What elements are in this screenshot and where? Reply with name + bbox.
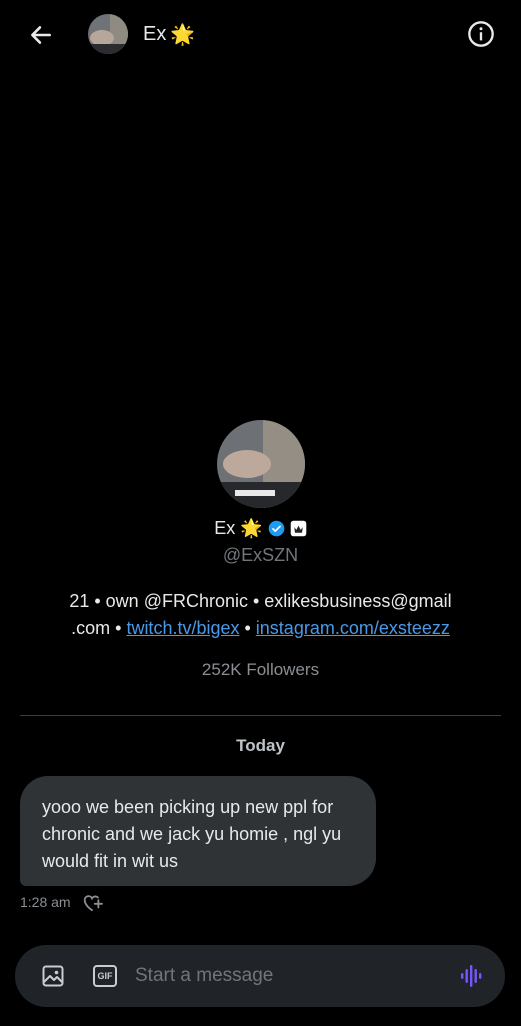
info-button[interactable] <box>467 20 495 48</box>
message-input[interactable] <box>135 957 445 995</box>
media-button[interactable] <box>41 964 65 988</box>
conversation-title[interactable]: Ex 🌟 <box>143 22 195 47</box>
avatar[interactable] <box>88 14 128 54</box>
bio-text-continued: .com • <box>71 618 127 638</box>
bio-separator: • <box>239 618 256 638</box>
affiliate-badge-icon <box>290 520 307 537</box>
profile-bio: 21 • own @FRChronic • exlikesbusiness@gm… <box>41 588 481 642</box>
top-bar: Ex 🌟 <box>0 0 521 70</box>
header-name: Ex <box>143 23 167 45</box>
message-composer: GIF <box>15 945 505 1007</box>
verified-badge-icon <box>268 520 285 537</box>
bio-text: 21 • own @FRChronic • exlikesbusiness@gm… <box>69 591 452 611</box>
arrow-left-icon <box>31 26 51 44</box>
message-timestamp: 1:28 am <box>20 894 71 910</box>
info-icon <box>468 21 494 47</box>
gif-button[interactable]: GIF <box>93 965 117 987</box>
back-button[interactable] <box>26 20 56 50</box>
voice-message-button[interactable] <box>459 963 485 989</box>
followers-count[interactable]: 252K Followers <box>0 660 521 680</box>
message-bubble[interactable]: yooo we been picking up new ppl for chro… <box>20 776 376 886</box>
twitch-link[interactable]: twitch.tv/bigex <box>126 618 239 638</box>
star-emoji: 🌟 <box>170 24 196 46</box>
profile-name-row: Ex 🌟 <box>0 518 521 539</box>
image-icon <box>42 965 64 987</box>
profile-name: Ex <box>214 518 236 538</box>
voice-wave-icon <box>461 965 482 987</box>
message-meta: 1:28 am <box>20 892 103 912</box>
divider <box>20 715 501 716</box>
day-separator: Today <box>236 736 285 755</box>
instagram-link[interactable]: instagram.com/exsteezz <box>256 618 450 638</box>
star-emoji: 🌟 <box>240 518 263 538</box>
profile-handle: @ExSZN <box>222 545 299 565</box>
profile-avatar[interactable] <box>216 420 305 508</box>
add-reaction-icon[interactable] <box>81 892 103 912</box>
profile-summary: Ex 🌟 @ExSZN 21 • own @FRChronic • exlike… <box>0 420 521 680</box>
